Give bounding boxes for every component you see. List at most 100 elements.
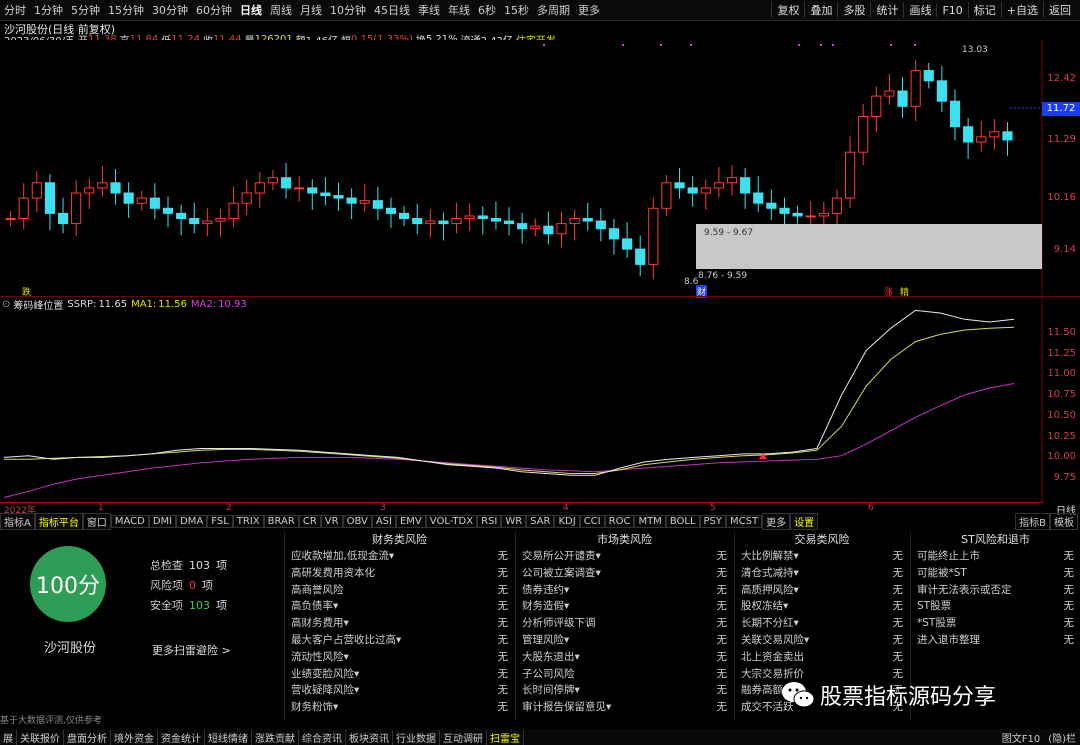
period-tab-2[interactable]: 5分钟 xyxy=(67,2,104,18)
period-tab-10[interactable]: 45日线 xyxy=(370,2,414,18)
indicator-tab-8[interactable]: BRAR xyxy=(263,515,299,528)
risk-item[interactable]: ST股票 无 xyxy=(911,598,1080,615)
bottom-tab-1[interactable]: 关联报价 xyxy=(17,729,64,745)
indicator-tab-13[interactable]: EMV xyxy=(395,515,426,528)
indicator-tab-0[interactable]: 指标A xyxy=(0,513,35,530)
toolbar-button-3[interactable]: 统计 xyxy=(870,2,903,18)
indicator-chart[interactable] xyxy=(0,297,1044,502)
risk-item[interactable]: 应收款增加,低现金流▾ 无 xyxy=(285,548,514,565)
risk-item[interactable]: 债券违约▾ 无 xyxy=(516,582,733,599)
toolbar-button-1[interactable]: 叠加 xyxy=(804,2,837,18)
indicator-tab-19[interactable]: CCI xyxy=(579,515,605,528)
risk-item[interactable]: 长期不分红▾ 无 xyxy=(735,615,909,632)
indicator-tab-17[interactable]: SAR xyxy=(526,515,555,528)
period-tab-6[interactable]: 日线 xyxy=(236,2,266,18)
bottom-tab-11[interactable]: 扫雷宝 xyxy=(487,729,524,745)
indicator-tab-24[interactable]: MCST xyxy=(726,515,763,528)
toolbar-button-0[interactable]: 复权 xyxy=(771,2,804,18)
risk-item[interactable]: 分析师评级下调 无 xyxy=(516,615,733,632)
risk-item[interactable]: 高质押风险▾ 无 xyxy=(735,582,909,599)
toolbar-button-7[interactable]: +自选 xyxy=(1000,2,1043,18)
toolbar-button-2[interactable]: 多股 xyxy=(837,2,870,18)
indicator-tab-2[interactable]: 窗口 xyxy=(82,513,111,530)
bottom-tab-9[interactable]: 行业数据 xyxy=(393,729,440,745)
period-tab-3[interactable]: 15分钟 xyxy=(104,2,148,18)
bottom-tab-0[interactable]: 展 xyxy=(0,729,17,745)
risk-item[interactable]: 审计无法表示或否定 无 xyxy=(911,582,1080,599)
risk-item[interactable]: 财务粉饰▾ 无 xyxy=(285,699,514,716)
indicator-tab-6[interactable]: FSL xyxy=(207,515,233,528)
indicator-tab-7[interactable]: TRIX xyxy=(232,515,264,528)
risk-item[interactable]: 业绩变脸风险▾ 无 xyxy=(285,666,514,683)
risk-item[interactable]: 管理风险▾ 无 xyxy=(516,632,733,649)
risk-item[interactable]: 可能终止上市 无 xyxy=(911,548,1080,565)
toolbar-button-6[interactable]: 标记 xyxy=(967,2,1001,18)
indicator-tab-16[interactable]: WR xyxy=(501,515,527,528)
indicator-tab-4[interactable]: DMI xyxy=(148,515,177,528)
risk-item[interactable]: 高负债率▾ 无 xyxy=(285,598,514,615)
indicator-tab-26[interactable]: 设置 xyxy=(790,513,819,530)
indicator-tab-22[interactable]: BOLL xyxy=(665,515,700,528)
period-tab-14[interactable]: 15秒 xyxy=(500,2,533,18)
risk-item[interactable]: 大比例解禁▾ 无 xyxy=(735,548,909,565)
bottom-tab-3[interactable]: 境外资金 xyxy=(111,729,158,745)
indicator-tab-15[interactable]: RSI xyxy=(477,515,502,528)
period-tab-11[interactable]: 季线 xyxy=(414,2,444,18)
period-tab-8[interactable]: 月线 xyxy=(296,2,326,18)
indicator-tab-21[interactable]: MTM xyxy=(634,515,666,528)
risk-item[interactable]: 交易所公开谴责▾ 无 xyxy=(516,548,733,565)
period-tab-13[interactable]: 6秒 xyxy=(474,2,500,18)
indicator-tab-23[interactable]: PSY xyxy=(699,515,727,528)
f10-button[interactable]: 图文F10 xyxy=(1000,730,1042,745)
risk-item[interactable]: *ST股票 无 xyxy=(911,615,1080,632)
bottom-tab-4[interactable]: 资金统计 xyxy=(158,729,205,745)
indicator-tab-3[interactable]: MACD xyxy=(110,515,149,528)
risk-item[interactable]: 大股东退出▾ 无 xyxy=(516,649,733,666)
risk-item[interactable]: 关联交易风险▾ 无 xyxy=(735,632,909,649)
risk-item[interactable]: 高财务费用▾ 无 xyxy=(285,615,514,632)
risk-item[interactable]: 股权冻结▾ 无 xyxy=(735,598,909,615)
period-tab-12[interactable]: 年线 xyxy=(444,2,474,18)
risk-item[interactable]: 长时间停牌▾ 无 xyxy=(516,682,733,699)
period-tab-4[interactable]: 30分钟 xyxy=(148,2,192,18)
risk-item[interactable]: 公司被立案调查▾ 无 xyxy=(516,565,733,582)
bottom-tab-2[interactable]: 盘面分析 xyxy=(64,729,111,745)
risk-item[interactable]: 营收疑降风险▾ 无 xyxy=(285,682,514,699)
bottom-tab-8[interactable]: 板块资讯 xyxy=(346,729,393,745)
more-scan-link[interactable]: 更多扫雷避险 > xyxy=(152,642,231,658)
risk-item[interactable]: 子公司风险 无 xyxy=(516,666,733,683)
risk-item[interactable]: 可能被*ST 无 xyxy=(911,565,1080,582)
toolbar-button-5[interactable]: F10 xyxy=(936,3,967,17)
period-tab-9[interactable]: 10分钟 xyxy=(326,2,370,18)
risk-item[interactable]: 高商誉风险 无 xyxy=(285,582,514,599)
bottom-tab-7[interactable]: 综合资讯 xyxy=(299,729,346,745)
indicator-tab-20[interactable]: ROC xyxy=(604,515,635,528)
indicator-tab-1[interactable]: 指标平台 xyxy=(34,513,83,530)
hide-bar-button[interactable]: (隐)栏 xyxy=(1046,730,1078,745)
period-tab-7[interactable]: 周线 xyxy=(266,2,296,18)
toolbar-button-4[interactable]: 画线 xyxy=(903,2,936,18)
indicator-tab-12[interactable]: ASI xyxy=(371,515,396,528)
risk-item[interactable]: 最大客户占营收比过高▾ 无 xyxy=(285,632,514,649)
period-tab-1[interactable]: 1分钟 xyxy=(30,2,67,18)
period-tab-15[interactable]: 多周期 xyxy=(533,2,574,18)
risk-item[interactable]: 财务造假▾ 无 xyxy=(516,598,733,615)
toolbar-button-8[interactable]: 返回 xyxy=(1043,2,1076,18)
risk-item[interactable]: 北上资金卖出 无 xyxy=(735,649,909,666)
period-tab-16[interactable]: 更多 xyxy=(574,2,604,18)
indicator-tab-10[interactable]: VR xyxy=(320,515,343,528)
indicator-tab-11[interactable]: OBV xyxy=(342,515,372,528)
bottom-tab-6[interactable]: 涨跌贡献 xyxy=(252,729,299,745)
risk-item[interactable]: 高研发费用资本化 无 xyxy=(285,565,514,582)
risk-item[interactable]: 审计报告保留意见▾ 无 xyxy=(516,699,733,716)
risk-item[interactable]: 清仓式减持▾ 无 xyxy=(735,565,909,582)
indicator-tab-right-0[interactable]: 指标B xyxy=(1015,513,1050,530)
risk-item[interactable]: 进入退市整理 无 xyxy=(911,632,1080,649)
risk-item[interactable]: 流动性风险▾ 无 xyxy=(285,649,514,666)
bottom-tab-5[interactable]: 短线情绪 xyxy=(205,729,252,745)
indicator-tab-18[interactable]: KDJ xyxy=(554,515,580,528)
period-tab-5[interactable]: 60分钟 xyxy=(192,2,236,18)
indicator-tab-14[interactable]: VOL-TDX xyxy=(425,515,478,528)
indicator-tab-5[interactable]: DMA xyxy=(176,515,208,528)
bottom-tab-10[interactable]: 互动调研 xyxy=(440,729,487,745)
